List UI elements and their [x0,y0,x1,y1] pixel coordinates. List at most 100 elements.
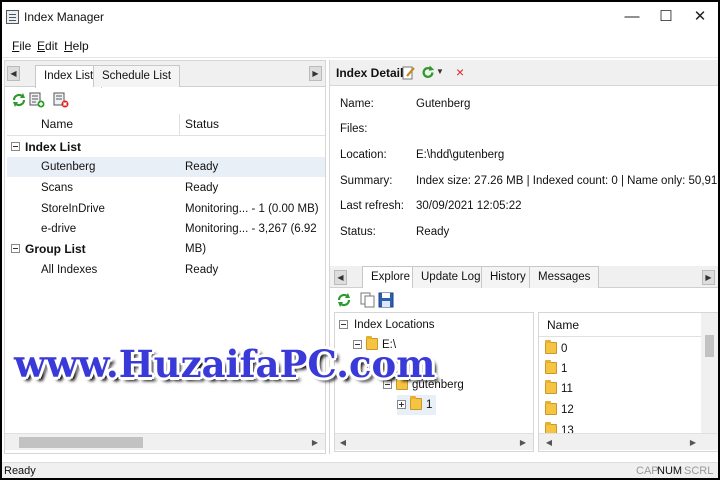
item-name: Gutenberg [41,161,96,173]
value-location[interactable]: E:\hdd\gutenberg [416,149,504,161]
list-header: Name Status [7,114,325,136]
label-files: Files: [340,123,368,135]
folder-icon [545,380,557,394]
label-location: Location: [340,149,387,161]
scroll-left-icon[interactable]: ◀ [541,434,557,451]
group-index-list[interactable]: Index List [7,137,325,157]
menu-file[interactable]: File [12,39,31,53]
tab-schedule-list[interactable]: Schedule List [93,65,181,87]
tab-history[interactable]: History [481,266,535,288]
scroll-right-icon[interactable]: ▶ [685,434,701,451]
scroll-right-icon[interactable]: ▶ [307,434,323,451]
folder-icon [410,396,422,410]
menu-bar: File Edit Help [2,34,718,58]
folder-icon [545,360,557,374]
list-item-label: 1 [561,363,568,375]
list-item[interactable]: 0 [545,339,567,359]
folder-name-list: Name 0 1 11 12 13 ◀ ▶ [538,312,718,452]
tree-node-1[interactable]: 1 [397,395,437,415]
status-bar: Ready CAP NUM SCRL [2,462,718,478]
expand-icon[interactable] [397,400,406,409]
scroll-right-icon[interactable]: ▶ [515,434,531,451]
label-last-refresh: Last refresh: [340,200,404,212]
explore-toolbar [330,288,718,312]
scroll-left-icon[interactable]: ◀ [335,434,351,451]
list-horizontal-scrollbar[interactable]: ◀ ▶ [539,433,718,450]
item-status: Ready [185,161,219,173]
list-item[interactable]: 11 [545,379,573,399]
tab-explore[interactable]: Explore [362,266,419,289]
delete-index-icon[interactable] [53,92,69,108]
app-icon [6,10,19,24]
group-group-list[interactable]: Group List [7,239,325,259]
tree-root[interactable]: Index Locations [339,315,435,335]
value-status: Ready [416,226,450,238]
tab-scroll-left-icon[interactable]: ◀ [7,66,20,81]
collapse-icon[interactable] [11,244,20,253]
group-label: Group List [25,242,86,256]
cap-indicator: CAP [636,465,659,477]
item-name: Scans [41,182,73,194]
left-toolbar [9,89,89,113]
list-item-label: 11 [561,383,573,395]
num-indicator: NUM [657,465,683,477]
list-item-label: 12 [561,404,574,416]
item-name: e-drive [41,223,77,235]
scrollbar-thumb[interactable] [705,335,714,357]
list-item[interactable]: e-drive Monitoring... - 3,267 (6.92 MB) [7,219,325,255]
left-horizontal-scrollbar[interactable]: ▶ [5,433,325,450]
title-bar: Index Manager — ☐ ✕ [2,2,718,32]
chevron-down-icon[interactable]: ▼ [436,67,444,76]
save-icon[interactable] [378,292,394,308]
item-status: Monitoring... - 1 (0.00 MB) [185,203,319,215]
list-item[interactable]: Gutenberg Ready [7,157,325,177]
tree-horizontal-scrollbar[interactable]: ◀ ▶ [335,433,533,450]
menu-help[interactable]: Help [64,39,89,53]
window-title: Index Manager [24,10,105,24]
list-item[interactable]: 1 [545,359,567,379]
details-title: Index Details [336,66,411,80]
item-status: Ready [185,182,219,194]
refresh-icon[interactable] [336,292,352,308]
column-separator[interactable] [179,114,180,136]
menu-help-hotkey: H [64,39,73,53]
list-item[interactable]: All Indexes Ready [7,260,325,280]
details-header: Index Details ▼ × [330,60,718,86]
index-details-pane: Index Details ▼ × Name: Gutenberg Files:… [329,60,718,454]
app-window: Index Manager — ☐ ✕ File Edit Help ◀ Ind… [2,2,718,478]
tab-scroll-right-icon[interactable]: ▶ [309,66,322,81]
list-item[interactable]: 12 [545,400,574,420]
collapse-icon[interactable] [339,320,348,329]
column-status[interactable]: Status [185,114,219,136]
refresh-icon[interactable] [11,92,27,108]
close-button[interactable]: ✕ [682,2,718,32]
label-name: Name: [340,98,374,110]
label-status: Status: [340,226,376,238]
tab-update-log[interactable]: Update Log [412,266,490,288]
column-name[interactable]: Name [539,313,703,337]
column-name[interactable]: Name [41,114,73,136]
menu-edit[interactable]: Edit [37,39,58,53]
menu-edit-hotkey: E [37,39,46,53]
tab-scroll-right-icon[interactable]: ▶ [702,270,715,285]
list-item[interactable]: StoreInDrive Monitoring... - 1 (0.00 MB) [7,199,325,219]
label-summary: Summary: [340,175,393,187]
explore-tabstrip: ◀ Explore Update Log History Messages ▶ [330,266,718,289]
value-name: Gutenberg [416,98,471,110]
close-details-icon[interactable]: × [456,64,464,80]
minimize-button[interactable]: — [614,2,650,32]
edit-icon[interactable] [402,65,416,80]
copy-icon[interactable] [360,292,376,308]
collapse-icon[interactable] [11,142,20,151]
group-label: Index List [25,140,82,154]
maximize-button[interactable]: ☐ [648,2,684,32]
tab-scroll-left-icon[interactable]: ◀ [334,270,347,285]
scrollbar-thumb[interactable] [19,437,143,448]
value-summary: Index size: 27.26 MB | Indexed count: 0 … [416,175,718,187]
refresh-details-icon[interactable] [421,65,435,80]
tab-messages[interactable]: Messages [529,266,600,288]
add-index-icon[interactable] [29,92,45,108]
list-vertical-scrollbar[interactable] [701,313,718,435]
list-item[interactable]: Scans Ready [7,178,325,198]
tree-node-label: 1 [426,399,433,411]
